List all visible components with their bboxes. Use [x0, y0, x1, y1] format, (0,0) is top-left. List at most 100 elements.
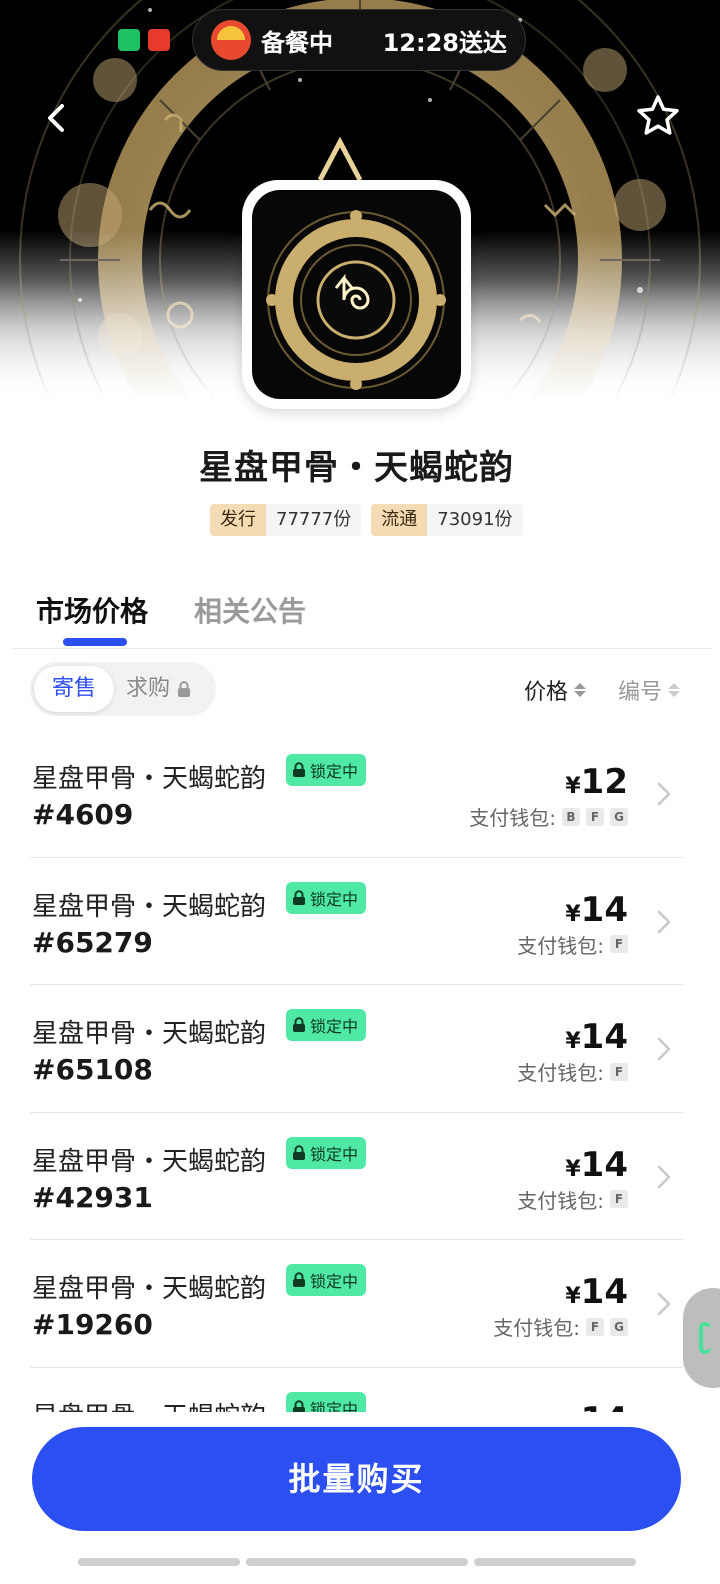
chevron-right-icon: [657, 1165, 671, 1188]
lock-icon: [178, 681, 191, 697]
sort-number-label: 编号: [618, 680, 663, 705]
chevron-right-icon: [657, 1037, 671, 1061]
wallet-badge: F: [610, 935, 628, 953]
favorite-star-icon[interactable]: [636, 94, 680, 138]
sort-arrows-icon: [668, 683, 681, 697]
currency-symbol: ¥: [565, 1412, 580, 1413]
delivery-status-pill[interactable]: 备餐中 12:28送达: [192, 9, 526, 71]
price-amount: 14: [580, 1272, 628, 1312]
sort-by-price[interactable]: 价格: [524, 674, 587, 706]
price-amount: 14: [580, 1017, 628, 1057]
listing-serial: #65279: [32, 925, 153, 959]
sort-by-number[interactable]: 编号: [618, 674, 681, 706]
payment-wallets: 支付钱包: F: [517, 1057, 628, 1086]
locked-badge-label: 锁定中: [310, 1272, 359, 1291]
tab-indicator: [63, 638, 127, 646]
tab-announcements[interactable]: 相关公告: [194, 590, 306, 630]
price-amount: 14: [580, 1144, 628, 1185]
wallet-label: 支付钱包:: [493, 1316, 580, 1340]
product-title: 星盘甲骨・天蝎蛇韵: [199, 448, 514, 488]
product-image-frame: [242, 180, 471, 409]
lock-icon: [293, 1017, 305, 1032]
system-nav-bar: [78, 1558, 636, 1566]
listing-price: ¥14: [565, 1017, 628, 1057]
wallet-badge: F: [586, 1317, 604, 1336]
listing-row[interactable]: 星盘甲骨・天蝎蛇韵 锁定中 #42931 ¥14 支付钱包: F: [30, 1113, 683, 1240]
price-amount: 14: [580, 889, 628, 930]
locked-badge: 锁定中: [286, 1009, 367, 1041]
listing-list: 星盘甲骨・天蝎蛇韵 锁定中 #4609 ¥12 支付钱包: BFG 星盘甲骨・天…: [30, 730, 683, 1412]
lock-icon: [293, 762, 305, 777]
segment-consign[interactable]: 寄售: [34, 666, 114, 712]
listing-serial: #65108: [32, 1053, 153, 1086]
wallet-label: 支付钱包:: [469, 806, 556, 830]
lock-icon: [293, 889, 305, 905]
floating-assistant-button[interactable]: [683, 1288, 720, 1388]
listing-row[interactable]: 星盘甲骨・天蝎蛇韵 锁定中 #65108 ¥14 支付钱包: F: [30, 985, 683, 1113]
wallet-badge: F: [586, 807, 604, 826]
back-arrow-icon[interactable]: [40, 98, 76, 138]
delivery-time: 12:28送达: [382, 28, 507, 57]
tab-bar: 市场价格 相关公告: [36, 590, 306, 630]
wallet-badge: F: [610, 1062, 628, 1081]
product-tags: 发行 77777份 流通 73091份: [210, 504, 523, 536]
circulation-tag: 流通 73091份: [371, 504, 523, 536]
tag-value: 73091份: [427, 504, 523, 536]
payment-wallets: 支付钱包: F: [517, 930, 628, 959]
currency-symbol: ¥: [565, 901, 581, 927]
locked-badge-label: 锁定中: [310, 762, 359, 781]
listing-price: ¥12: [565, 762, 628, 802]
locked-badge: 锁定中: [286, 1136, 367, 1169]
sort-arrows-icon: [574, 683, 587, 697]
divider: [12, 648, 712, 649]
listing-name: 星盘甲骨・天蝎蛇韵: [32, 1146, 267, 1177]
issue-tag: 发行 77777份: [210, 504, 362, 536]
listing-row[interactable]: 星盘甲骨・天蝎蛇韵 锁定中 #19260 ¥14 支付钱包: FG: [30, 1240, 683, 1368]
listing-price: ¥14: [565, 1272, 628, 1312]
listing-row[interactable]: 星盘甲骨・天蝎蛇韵 锁定中 ¥14: [30, 1368, 683, 1413]
listing-row[interactable]: 星盘甲骨・天蝎蛇韵 锁定中 #65279 ¥14 支付钱包: F: [30, 858, 683, 985]
lock-icon: [293, 1144, 305, 1160]
lock-icon: [293, 1272, 305, 1287]
wallet-label: 支付钱包:: [517, 1061, 604, 1085]
tag-key: 发行: [210, 504, 266, 536]
segment-buy-request-label: 求购: [126, 676, 171, 701]
listing-row[interactable]: 星盘甲骨・天蝎蛇韵 锁定中 #4609 ¥12 支付钱包: BFG: [30, 730, 683, 858]
currency-symbol: ¥: [565, 1156, 581, 1182]
chevron-right-icon: [657, 910, 671, 933]
currency-symbol: ¥: [565, 1284, 581, 1309]
locked-badge: 锁定中: [286, 1391, 367, 1413]
tab-market-price[interactable]: 市场价格: [36, 590, 148, 630]
locked-badge-label: 锁定中: [310, 1399, 359, 1413]
listing-type-segment: 寄售 求购: [30, 662, 216, 716]
sort-price-label: 价格: [524, 680, 569, 705]
payment-wallets: 支付钱包: FG: [493, 1312, 628, 1341]
segment-buy-request[interactable]: 求购: [126, 666, 192, 712]
listing-price: ¥14: [565, 1400, 628, 1413]
locked-badge: 锁定中: [286, 1264, 367, 1296]
chevron-right-icon: [657, 1292, 671, 1316]
payment-wallets: 支付钱包: F: [517, 1185, 628, 1214]
listing-name: 星盘甲骨・天蝎蛇韵: [32, 1396, 266, 1413]
wallet-badge: B: [562, 807, 580, 826]
listing-price: ¥14: [565, 890, 628, 930]
wallet-badge: G: [610, 1317, 628, 1336]
product-zodiac-artwork: [266, 210, 446, 390]
delivery-status: 备餐中: [261, 28, 333, 57]
wallet-label: 支付钱包:: [517, 1188, 604, 1213]
chevron-right-icon: [657, 782, 671, 806]
food-bowl-icon: [211, 20, 251, 60]
product-image: [252, 190, 461, 399]
wechat-icon: [118, 29, 140, 51]
locked-badge-label: 锁定中: [310, 1017, 359, 1036]
locked-badge-label: 锁定中: [310, 889, 359, 909]
bulk-buy-button[interactable]: 批量购买: [32, 1427, 681, 1531]
listing-name: 星盘甲骨・天蝎蛇韵: [32, 1274, 267, 1304]
price-amount: 12: [580, 762, 628, 802]
locked-badge: 锁定中: [286, 754, 367, 786]
lock-icon: [293, 1399, 305, 1412]
currency-symbol: ¥: [565, 774, 581, 799]
app-notification-icon: [148, 29, 170, 51]
payment-wallets: 支付钱包: BFG: [469, 802, 628, 831]
wallet-badge: F: [610, 1190, 628, 1208]
